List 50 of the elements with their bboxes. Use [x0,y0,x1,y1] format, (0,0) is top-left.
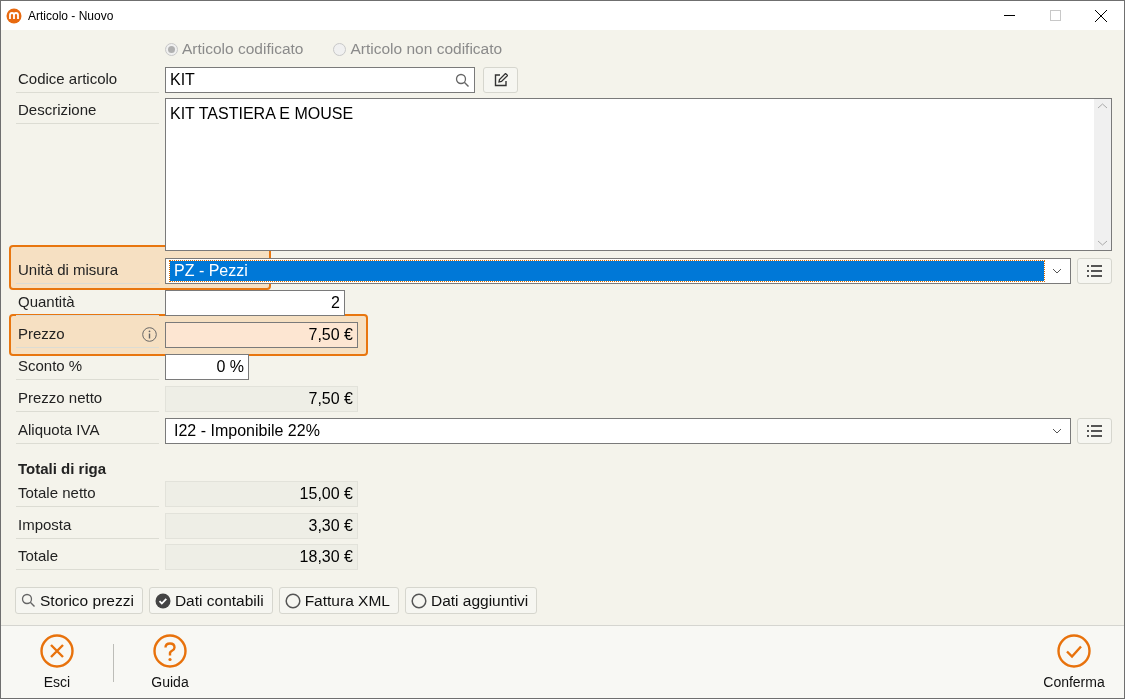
description-field[interactable]: KIT TASTIERA E MOUSE [165,98,1112,251]
readonly-field: 3,30 € [165,512,358,539]
readonly-field: 15,00 € [165,481,358,507]
search-icon [455,72,470,88]
edit-button[interactable] [483,67,518,93]
scrollbar[interactable] [1094,99,1111,250]
app-icon [6,7,22,24]
field-label: Quantità [18,292,75,313]
field-label: Imposta [18,514,72,535]
edit-icon [493,73,508,87]
toggle-button[interactable]: Dati contabili [148,587,273,614]
field-label: Totale [18,546,59,567]
maximize-icon [1049,10,1061,21]
section-heading: Totali di riga [18,459,108,476]
field-label: Sconto % [18,356,83,377]
list-icon [1087,425,1102,437]
check-icon [1057,634,1091,668]
field-label: Totale netto [18,483,96,504]
history-button[interactable]: Storico prezzi [15,587,143,614]
caret-icon [1052,268,1062,274]
input-field[interactable]: 2 [165,290,345,316]
field-label: Codice articolo [18,69,118,90]
dropdown-field[interactable]: PZ - Pezzi [165,258,1071,284]
list-icon [1087,265,1102,277]
field-label: Unità di misura [18,260,119,281]
confirm-button[interactable]: Conferma [1034,634,1114,693]
input-field[interactable]: 7,50 € [165,322,358,348]
code-field[interactable]: KIT [165,67,475,93]
caret-icon [1052,428,1062,434]
toggle-button[interactable]: Fattura XML [278,587,399,614]
field-label: Descrizione [18,100,97,121]
input-field[interactable]: 0 % [165,354,249,380]
close-icon [1095,9,1107,22]
help-button[interactable]: Guida [130,634,210,693]
minimize-icon [1003,14,1015,17]
field-label: Prezzo netto [18,388,103,409]
toggle-button[interactable]: Dati aggiuntivi [404,587,538,614]
field-label: Aliquota IVA [18,420,100,441]
search-icon [21,593,36,608]
list-button[interactable] [1077,258,1112,284]
readonly-field: 18,30 € [165,544,358,570]
exit-button[interactable]: Esci [17,634,97,693]
help-icon [153,634,187,668]
info-icon[interactable] [142,327,157,342]
close-icon [40,634,74,668]
window-title: Articolo - Nuovo [28,7,114,25]
readonly-field: 7,50 € [165,386,358,412]
dropdown-field[interactable]: I22 - Imponibile 22% [165,418,1071,444]
field-label: Prezzo [18,324,65,345]
list-button[interactable] [1077,418,1112,444]
